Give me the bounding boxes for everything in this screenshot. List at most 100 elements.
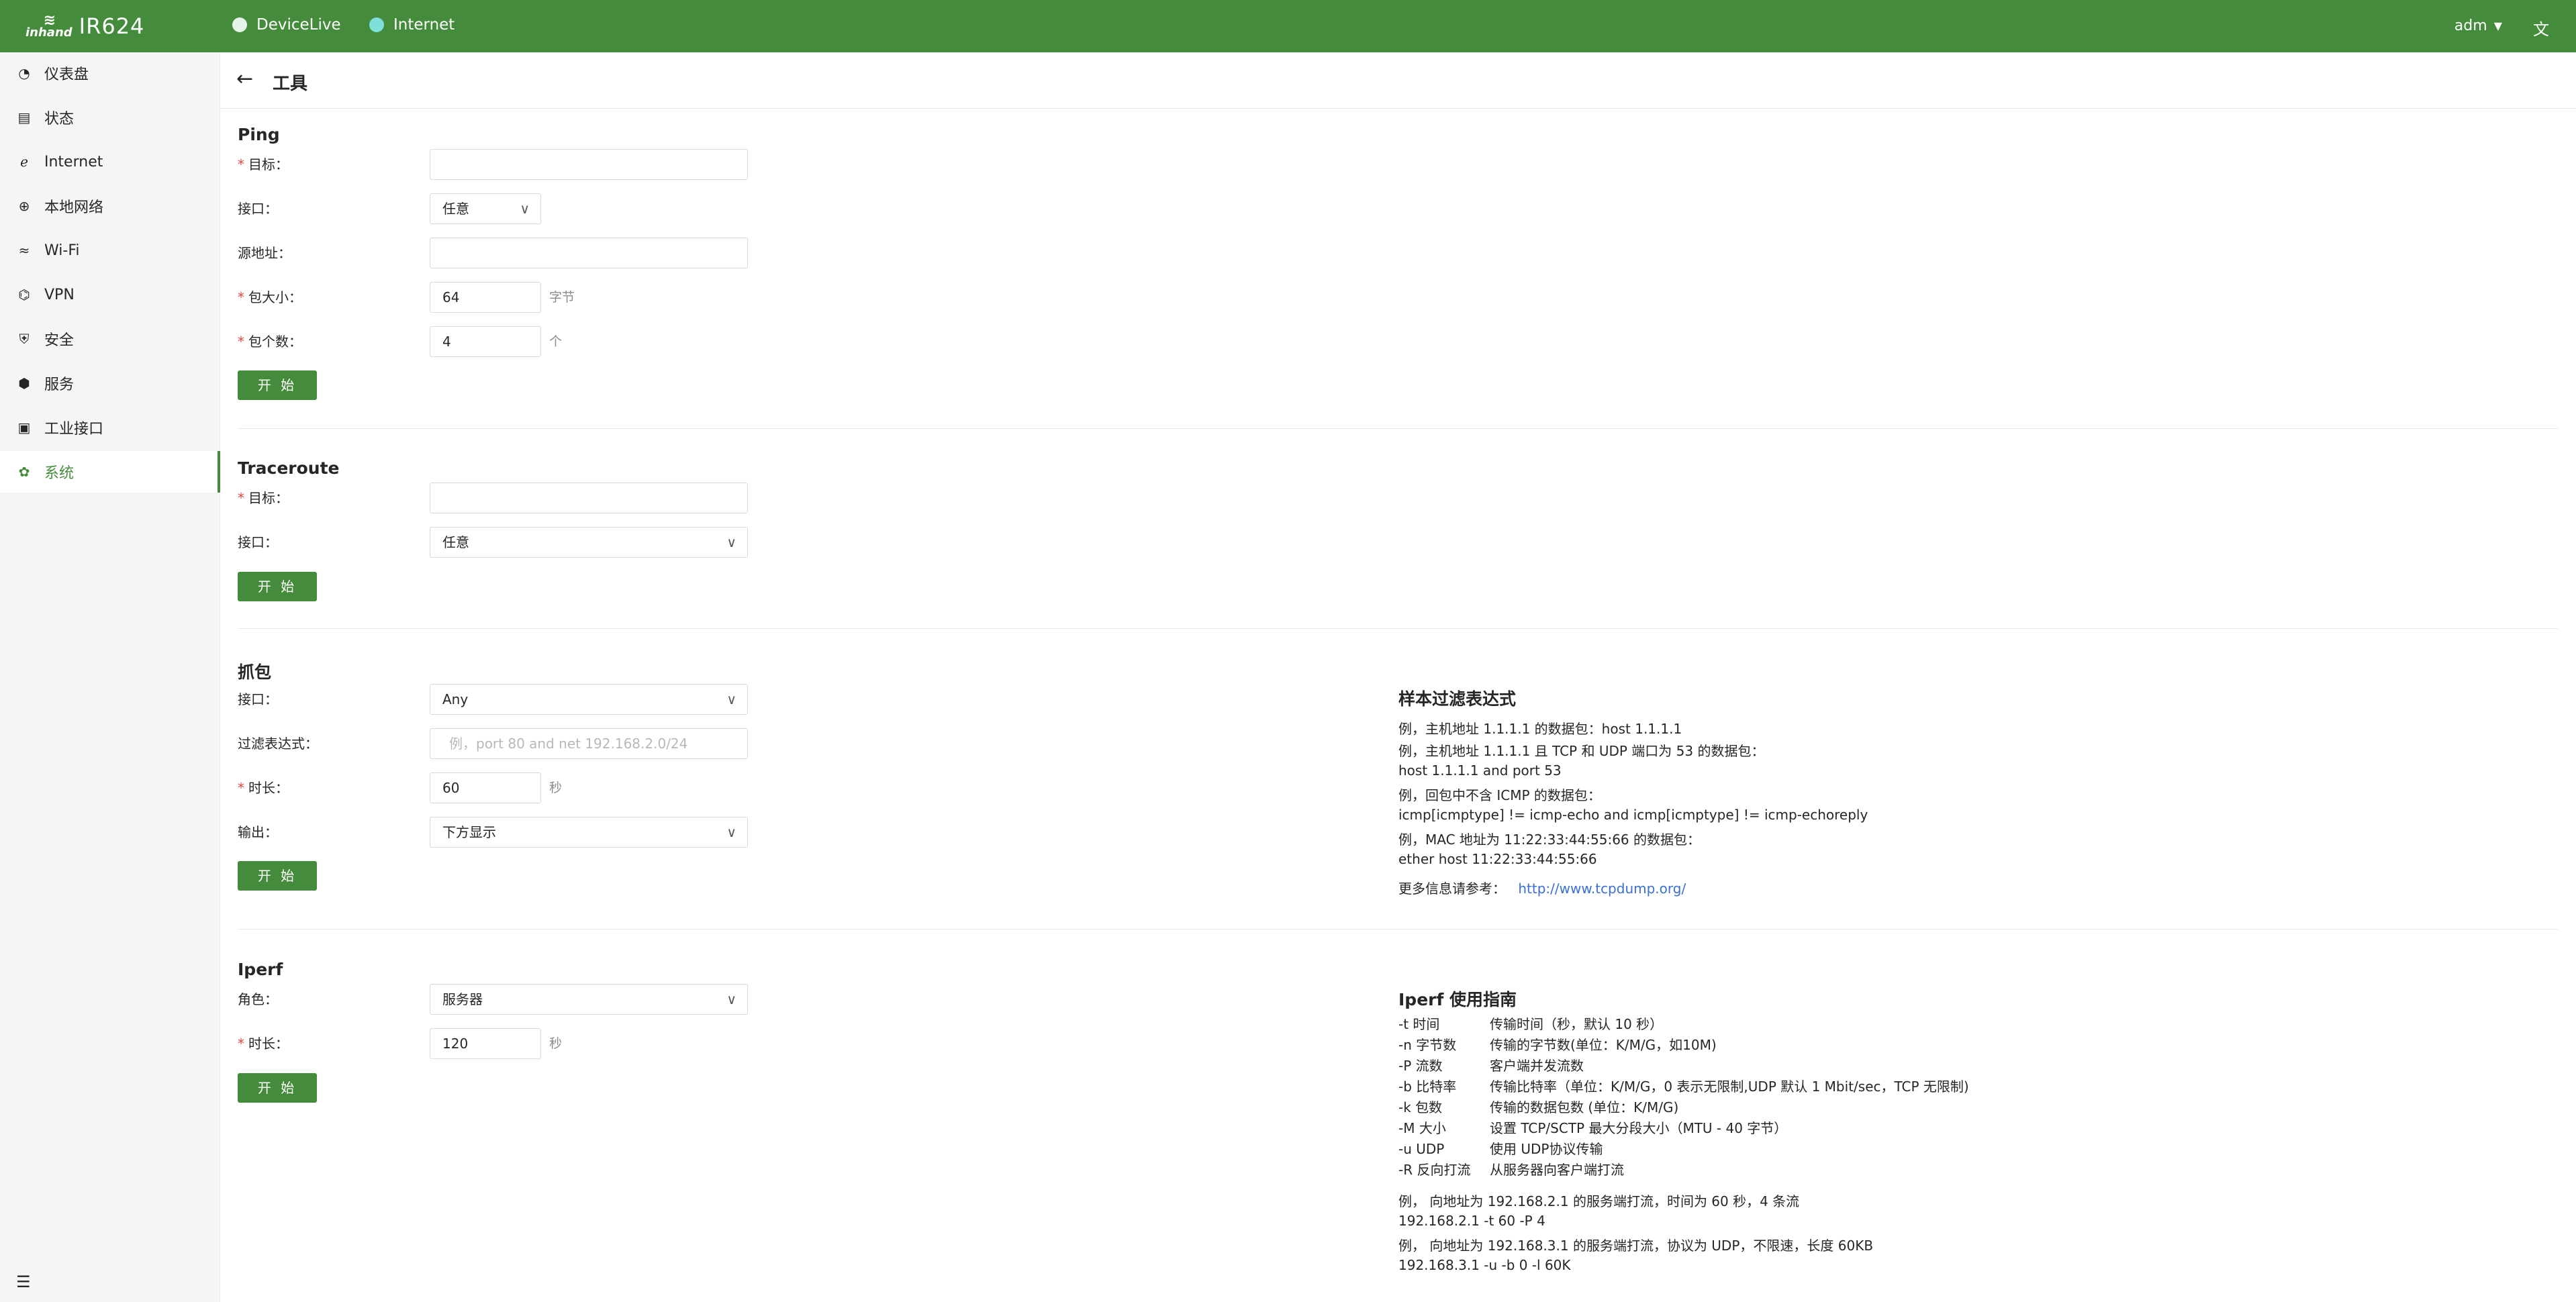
ping-interface-select[interactable]: 任意 ∨ [430,193,541,224]
iperf-start-button[interactable]: 开 始 [238,1073,317,1103]
ping-source-label: 源地址： [238,245,291,261]
internet-label: Internet [393,16,455,34]
sidebar-item-label: 仪表盘 [44,66,89,83]
divider [238,628,2558,629]
capture-help-line: icmp[icmptype] != icmp-echo and icmp[icm… [1398,807,1868,823]
traceroute-target-label: * 目标： [238,490,289,506]
sidebar-item-label: Internet [44,153,103,170]
inhand-logo[interactable]: ≋ inhand IR624 [26,9,144,43]
ping-count-input[interactable]: 4 [430,326,541,357]
more-info-label: 更多信息请参考： [1398,881,1506,897]
globe-icon: ⊕ [18,198,30,214]
ping-count-label: * 包个数： [238,334,302,350]
status-icon: ▤ [17,109,31,126]
divider [238,428,2558,429]
menu-collapse-icon[interactable]: ☰ [16,1272,31,1291]
iperf-role-value: 服务器 [442,991,483,1007]
capture-duration-unit: 秒 [549,781,563,795]
translate-icon[interactable]: 文 [2533,16,2549,40]
divider [238,929,2558,930]
ping-size-label: * 包大小： [238,289,302,305]
sidebar-item-label: 工业接口 [44,421,104,438]
ping-start-button[interactable]: 开 始 [238,370,317,400]
iperf-option: -b 比特率 传输比特率（单位：K/M/G，0 表示无限制,UDP 默认 1 Mb… [1398,1079,1969,1095]
iperf-option: -R 反向打流 从服务器向客户端打流 [1398,1162,1624,1178]
iperf-option: -n 字节数 传输的字节数(单位：K/M/G，如10M) [1398,1037,1717,1053]
internet-status-dot-icon [369,17,384,32]
iperf-example: 192.168.3.1 -u -b 0 -l 60K [1398,1257,1571,1273]
sidebar-item-label: 服务 [44,377,75,393]
tcpdump-link[interactable]: http://www.tcpdump.org/ [1518,881,1686,897]
product-name: IR624 [79,13,145,39]
logo-mark: ≋ inhand [26,12,73,40]
sidebar-item-system[interactable]: ✿ 系统 [0,451,220,493]
capture-help-line: 例，主机地址 1.1.1.1 且 TCP 和 UDP 端口为 53 的数据包： [1398,743,1765,759]
iperf-option: -M 大小 设置 TCP/SCTP 最大分段大小（MTU - 40 字节） [1398,1120,1788,1136]
sidebar-item-label: Wi-Fi [44,242,80,259]
ping-target-input[interactable] [430,149,748,180]
internet-icon: ℯ [20,154,28,170]
sidebar-item-vpn[interactable]: ⌬ VPN [0,274,220,315]
capture-help-line: host 1.1.1.1 and port 53 [1398,762,1562,779]
sidebar-item-dashboard[interactable]: ◔ 仪表盘 [0,52,220,94]
traceroute-start-button[interactable]: 开 始 [238,572,317,601]
iperf-example: 例， 向地址为 192.168.3.1 的服务端打流，协议为 UDP，不限速，长… [1398,1238,1874,1254]
page-header: ← 工具 [220,52,2576,109]
traceroute-title: Traceroute [238,458,340,478]
top-bar: ≋ inhand IR624 DeviceLive Internet adm ▼… [0,0,2576,52]
gear-icon: ✿ [18,464,30,480]
iperf-duration-input[interactable]: 120 [430,1028,541,1059]
caret-down-icon: ▼ [2493,19,2502,32]
sidebar-item-industrial[interactable]: ▣ 工业接口 [0,407,220,448]
iperf-option: -t 时间 传输时间（秒，默认 10 秒） [1398,1016,1664,1032]
traceroute-target-input[interactable] [430,483,748,513]
ping-target-label: * 目标： [238,156,289,172]
capture-start-button[interactable]: 开 始 [238,861,317,891]
capture-interface-label: 接口： [238,691,278,707]
sidebar-item-label: 系统 [44,465,75,482]
capture-output-select[interactable]: 下方显示 ∨ [430,817,748,848]
sidebar-item-label: 本地网络 [44,199,104,216]
iperf-option: -k 包数 传输的数据包数 (单位：K/M/G) [1398,1099,1679,1115]
iperf-role-select[interactable]: 服务器 ∨ [430,984,748,1015]
shield-icon: ⛨ [19,331,30,347]
devicelive-label: DeviceLive [256,16,341,34]
capture-help-line: 例，MAC 地址为 11:22:33:44:55:66 的数据包： [1398,832,1701,848]
sidebar-item-label: 状态 [44,111,75,128]
sidebar-item-internet[interactable]: ℯ Internet [0,141,220,183]
sidebar: ◔ 仪表盘 ▤ 状态 ℯ Internet ⊕ 本地网络 ≈ Wi-Fi ⌬ V… [0,52,220,1302]
ping-interface-label: 接口： [238,201,278,217]
back-arrow-icon[interactable]: ← [236,67,253,91]
devicelive-status[interactable]: DeviceLive [232,16,341,34]
sidebar-item-services[interactable]: ⬢ 服务 [0,362,220,404]
sidebar-item-status[interactable]: ▤ 状态 [0,97,220,138]
iperf-example: 例， 向地址为 192.168.2.1 的服务端打流，时间为 60 秒，4 条流 [1398,1193,1800,1209]
ping-size-unit: 字节 [549,290,575,305]
iperf-option: -u UDP 使用 UDP协议传输 [1398,1141,1603,1157]
iperf-title: Iperf [238,960,283,979]
user-menu[interactable]: adm ▼ [2454,17,2502,34]
sidebar-item-label: VPN [44,286,75,303]
ping-source-input[interactable] [430,238,748,268]
capture-help-title: 样本过滤表达式 [1398,689,1517,709]
sidebar-item-lan[interactable]: ⊕ 本地网络 [0,185,220,227]
traceroute-interface-value: 任意 [442,534,469,550]
sidebar-item-security[interactable]: ⛨ 安全 [0,318,220,360]
capture-help-line: ether host 11:22:33:44:55:66 [1398,851,1597,867]
iperf-duration-label: * 时长： [238,1036,289,1052]
capture-more-info: 更多信息请参考： http://www.tcpdump.org/ [1398,878,1686,897]
traceroute-interface-select[interactable]: 任意 ∨ [430,527,748,558]
cloud-icon [232,17,247,32]
capture-filter-input[interactable]: 例，port 80 and net 192.168.2.0/24 [430,728,748,759]
chevron-down-icon: ∨ [726,534,736,550]
capture-duration-input[interactable]: 60 [430,772,541,803]
wifi-icon: ≈ [18,242,30,258]
ping-size-input[interactable]: 64 [430,282,541,313]
capture-output-value: 下方显示 [442,824,496,840]
sidebar-item-wifi[interactable]: ≈ Wi-Fi [0,230,220,271]
capture-interface-select[interactable]: Any ∨ [430,684,748,715]
chevron-down-icon: ∨ [520,201,530,217]
internet-status[interactable]: Internet [369,16,455,34]
vpn-icon: ⌬ [18,287,30,303]
ping-title: Ping [238,125,280,144]
